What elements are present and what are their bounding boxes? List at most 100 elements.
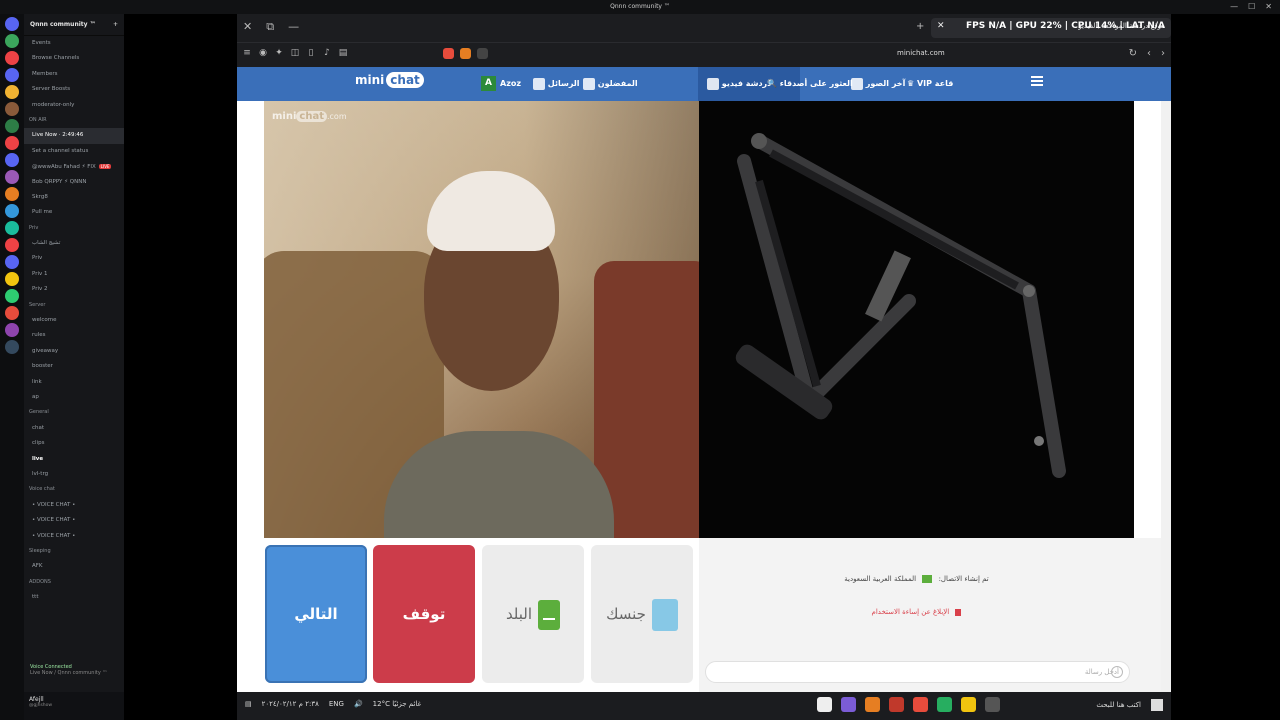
forward-icon[interactable]: › bbox=[1161, 48, 1165, 59]
nav-messages[interactable]: الرسائل bbox=[530, 67, 580, 101]
server-icon[interactable] bbox=[5, 255, 19, 269]
channel-item[interactable]: live bbox=[24, 452, 124, 467]
extensions-icon[interactable]: ✦ bbox=[274, 48, 284, 58]
server-name-header[interactable]: Qnnn community ™ + bbox=[24, 14, 124, 36]
app-icon[interactable] bbox=[865, 697, 880, 712]
volume-icon[interactable]: 🔊 bbox=[354, 700, 363, 708]
extension-icon[interactable] bbox=[460, 48, 471, 59]
next-button[interactable]: التالي bbox=[265, 545, 367, 683]
channel-item[interactable]: تشيج الشاب bbox=[24, 236, 124, 251]
minimize-icon[interactable]: — bbox=[288, 20, 299, 34]
server-icon[interactable] bbox=[5, 272, 19, 286]
country-filter-button[interactable]: البلد bbox=[482, 545, 584, 683]
channel-category[interactable]: ON AIR bbox=[24, 113, 124, 128]
close-icon[interactable]: ✕ bbox=[1265, 2, 1272, 11]
channel-item[interactable]: giveaway bbox=[24, 344, 124, 359]
channel-item[interactable]: moderator-only bbox=[24, 98, 124, 113]
channel-category[interactable]: General bbox=[24, 405, 124, 420]
history-icon[interactable]: ◫ bbox=[290, 48, 300, 58]
weather-widget[interactable]: 12°C غائم جزئيًا bbox=[373, 700, 422, 708]
server-icon[interactable] bbox=[5, 323, 19, 337]
nav-vip-hall[interactable]: ♛ VIP قاعة bbox=[907, 67, 953, 101]
channel-item[interactable]: ttt bbox=[24, 590, 124, 605]
server-icon[interactable] bbox=[5, 153, 19, 167]
close-icon[interactable]: ✕ bbox=[243, 20, 252, 34]
channel-item[interactable]: Priv 1 bbox=[24, 267, 124, 282]
hamburger-menu-icon[interactable] bbox=[1031, 76, 1043, 86]
channel-item[interactable]: Pull me bbox=[24, 205, 124, 220]
channel-item[interactable]: Browse Channels bbox=[24, 51, 124, 66]
channel-item[interactable]: @wwwAbu Fahad ⚡ FIX LIVE bbox=[24, 159, 124, 174]
maximize-icon[interactable]: ☐ bbox=[1248, 2, 1255, 11]
folder-icon[interactable] bbox=[961, 697, 976, 712]
server-icon[interactable] bbox=[5, 34, 19, 48]
server-icon[interactable] bbox=[5, 238, 19, 252]
app-icon[interactable] bbox=[817, 697, 832, 712]
pin-icon[interactable]: ◉ bbox=[258, 48, 268, 58]
extension-icon[interactable] bbox=[477, 48, 488, 59]
minichat-logo[interactable]: mini chat bbox=[355, 72, 424, 88]
channel-item[interactable]: clips bbox=[24, 436, 124, 451]
new-tab-icon[interactable]: + bbox=[916, 21, 924, 32]
server-icon[interactable] bbox=[5, 102, 19, 116]
message-input[interactable]: أدخل رسالة bbox=[705, 661, 1130, 683]
channel-category[interactable]: Server bbox=[24, 298, 124, 313]
clock[interactable]: ٢:٣٨ م ٢٠٢٤/٠٢/١٢ bbox=[262, 700, 319, 708]
channel-category[interactable]: Priv bbox=[24, 221, 124, 236]
server-icon[interactable] bbox=[5, 221, 19, 235]
back-icon[interactable]: ‹ bbox=[1147, 48, 1151, 59]
channel-category[interactable]: ADDONS bbox=[24, 575, 124, 590]
language-indicator[interactable]: ENG bbox=[329, 700, 344, 708]
server-icon[interactable] bbox=[5, 51, 19, 65]
channel-item[interactable]: AFK bbox=[24, 559, 124, 574]
channel-item[interactable]: link bbox=[24, 375, 124, 390]
app-icon[interactable] bbox=[937, 697, 952, 712]
server-icon[interactable] bbox=[5, 204, 19, 218]
minimize-icon[interactable]: — bbox=[1230, 2, 1238, 11]
server-icon[interactable] bbox=[5, 136, 19, 150]
channel-item[interactable]: • VOICE CHAT • bbox=[24, 529, 124, 544]
channel-category[interactable]: Voice chat bbox=[24, 482, 124, 497]
reload-icon[interactable]: ↻ bbox=[1129, 48, 1137, 59]
app-icon[interactable] bbox=[841, 697, 856, 712]
music-icon[interactable]: ♪ bbox=[322, 48, 332, 58]
user-name[interactable]: Afejll bbox=[29, 696, 119, 703]
channel-item[interactable]: welcome bbox=[24, 313, 124, 328]
nav-find-friends[interactable]: 🔍 العثور على أصدقاء bbox=[767, 67, 853, 101]
notes-icon[interactable]: ▤ bbox=[338, 48, 348, 58]
task-view-icon[interactable] bbox=[985, 697, 1000, 712]
server-icon[interactable] bbox=[5, 85, 19, 99]
nav-latest-photos[interactable]: آخر الصور bbox=[848, 67, 905, 101]
channel-category[interactable]: Sleeping bbox=[24, 544, 124, 559]
address-bar[interactable]: minichat.com bbox=[897, 49, 945, 57]
sidebar-icon[interactable]: ▯ bbox=[306, 48, 316, 58]
extension-icon[interactable] bbox=[443, 48, 454, 59]
channel-item[interactable]: chat bbox=[24, 421, 124, 436]
channel-item[interactable]: rules bbox=[24, 328, 124, 343]
discord-home-icon[interactable] bbox=[5, 17, 19, 31]
brave-icon[interactable] bbox=[913, 697, 928, 712]
server-icon[interactable] bbox=[5, 187, 19, 201]
server-icon[interactable] bbox=[5, 68, 19, 82]
menu-icon[interactable]: ≡ bbox=[242, 48, 252, 58]
channel-item[interactable]: Bob QRPPY ⚡ QNNN bbox=[24, 175, 124, 190]
stop-button[interactable]: توقف bbox=[373, 545, 475, 683]
gender-filter-button[interactable]: جنسك bbox=[591, 545, 693, 683]
channel-item[interactable]: • VOICE CHAT • bbox=[24, 513, 124, 528]
taskbar-search[interactable]: اكتب هنا للبحث bbox=[1096, 701, 1141, 709]
server-icon[interactable] bbox=[5, 119, 19, 133]
page-scrollbar[interactable] bbox=[1161, 101, 1171, 692]
report-abuse-link[interactable]: الإبلاغ عن إساءة الاستخدام bbox=[699, 608, 1134, 616]
emoji-icon[interactable] bbox=[1111, 666, 1123, 678]
channel-item[interactable]: Priv 2 bbox=[24, 282, 124, 297]
app-icon[interactable] bbox=[889, 697, 904, 712]
channel-item[interactable]: Live Now · 2:49:46 bbox=[24, 128, 124, 144]
channel-item[interactable]: Events bbox=[24, 36, 124, 51]
channel-item[interactable]: Members bbox=[24, 67, 124, 82]
channel-item[interactable]: Skrg8 bbox=[24, 190, 124, 205]
channel-item[interactable]: Set a channel status bbox=[24, 144, 124, 159]
add-user-icon[interactable]: + bbox=[113, 14, 118, 36]
server-icon[interactable] bbox=[5, 306, 19, 320]
windows-start-icon[interactable] bbox=[1151, 699, 1163, 711]
channel-item[interactable]: ap bbox=[24, 390, 124, 405]
